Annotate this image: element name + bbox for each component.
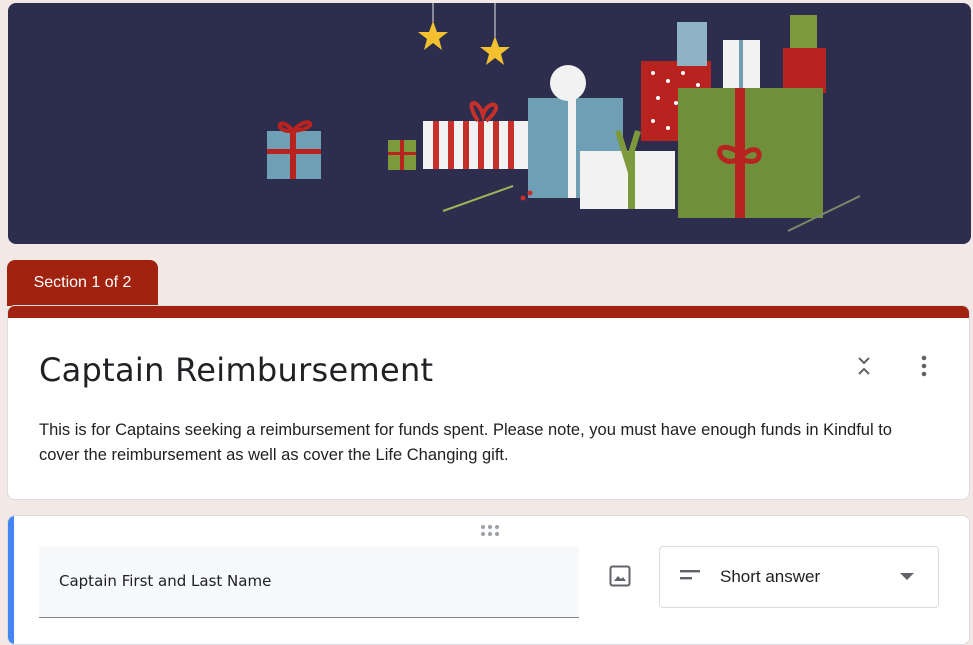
form-title[interactable]: Captain Reimbursement xyxy=(39,351,433,389)
collapse-icon[interactable] xyxy=(848,350,880,382)
drag-handle-icon[interactable] xyxy=(478,524,502,538)
question-type-select[interactable]: Short answer xyxy=(659,546,939,608)
question-type-label: Short answer xyxy=(720,567,821,586)
header-banner xyxy=(8,3,971,244)
form-header-card[interactable]: Captain Reimbursement This is for Captai… xyxy=(7,305,970,500)
header-accent-bar xyxy=(8,306,969,318)
question-title-input[interactable]: Captain First and Last Name xyxy=(39,546,579,618)
image-icon[interactable] xyxy=(604,560,636,592)
short-text-icon xyxy=(680,570,700,580)
banner-illustration xyxy=(267,3,861,232)
section-tab: Section 1 of 2 xyxy=(7,260,158,306)
question-text[interactable]: Captain First and Last Name xyxy=(59,572,271,590)
active-question-indicator xyxy=(8,516,14,644)
form-description[interactable]: This is for Captains seeking a reimburse… xyxy=(39,418,929,468)
more-vert-icon[interactable] xyxy=(908,350,940,382)
arrow-drop-down-icon xyxy=(900,573,914,580)
